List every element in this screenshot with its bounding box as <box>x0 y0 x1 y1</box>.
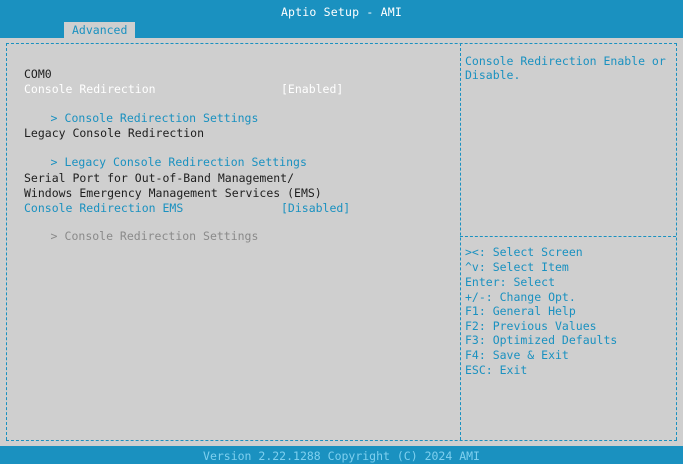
ems-value[interactable]: [Disabled] <box>281 201 350 215</box>
oob-heading-line1: Serial Port for Out-of-Band Management/ <box>24 171 295 185</box>
key-hint: F3: Optimized Defaults <box>465 333 618 347</box>
legacy-heading: Legacy Console Redirection <box>24 126 205 140</box>
key-hint: ESC: Exit <box>465 363 528 377</box>
frame-bottom-border <box>6 440 677 441</box>
legacy-settings-label: Legacy Console Redirection Settings <box>64 155 307 169</box>
version-text: Version 2.22.1288 Copyright (C) 2024 AMI <box>203 449 480 463</box>
help-divider <box>460 236 676 237</box>
ems-label[interactable]: Console Redirection EMS <box>24 201 183 215</box>
panel-divider <box>460 43 461 440</box>
oob-heading-line2: Windows Emergency Management Services (E… <box>24 186 322 200</box>
key-hint: F4: Save & Exit <box>465 348 569 362</box>
bios-screen: Aptio Setup - AMI Advanced COM0 Console … <box>0 0 683 464</box>
submenu-arrow-icon: > <box>50 111 58 125</box>
frame-left-border <box>6 43 7 440</box>
key-hint: F1: General Help <box>465 304 576 318</box>
frame-right-border <box>676 43 677 440</box>
submenu-arrow-icon: > <box>50 229 58 243</box>
console-redirection-value[interactable]: [Enabled] <box>281 82 343 96</box>
submenu-arrow-icon: > <box>50 155 58 169</box>
key-hint: +/-: Change Opt. <box>465 290 576 304</box>
key-hint: F2: Previous Values <box>465 319 597 333</box>
frame-top-border <box>6 43 677 44</box>
console-redirection-settings-label: Console Redirection Settings <box>64 111 259 125</box>
help-description-line1: Console Redirection Enable or <box>465 54 666 68</box>
console-redirection-label[interactable]: Console Redirection <box>24 82 156 96</box>
ems-settings-label: Console Redirection Settings <box>64 229 259 243</box>
key-hint: ><: Select Screen <box>465 245 583 259</box>
tab-advanced[interactable]: Advanced <box>64 22 136 38</box>
title-bar: Aptio Setup - AMI Advanced <box>0 0 683 38</box>
status-bar: Version 2.22.1288 Copyright (C) 2024 AMI <box>0 446 683 464</box>
app-title: Aptio Setup - AMI <box>280 5 403 19</box>
key-hint: Enter: Select <box>465 275 556 289</box>
section-com0: COM0 <box>24 67 52 81</box>
key-hint: ^v: Select Item <box>465 260 569 274</box>
help-description-line2: Disable. <box>465 68 521 82</box>
ems-settings-link: > Console Redirection Settings <box>9 215 259 257</box>
